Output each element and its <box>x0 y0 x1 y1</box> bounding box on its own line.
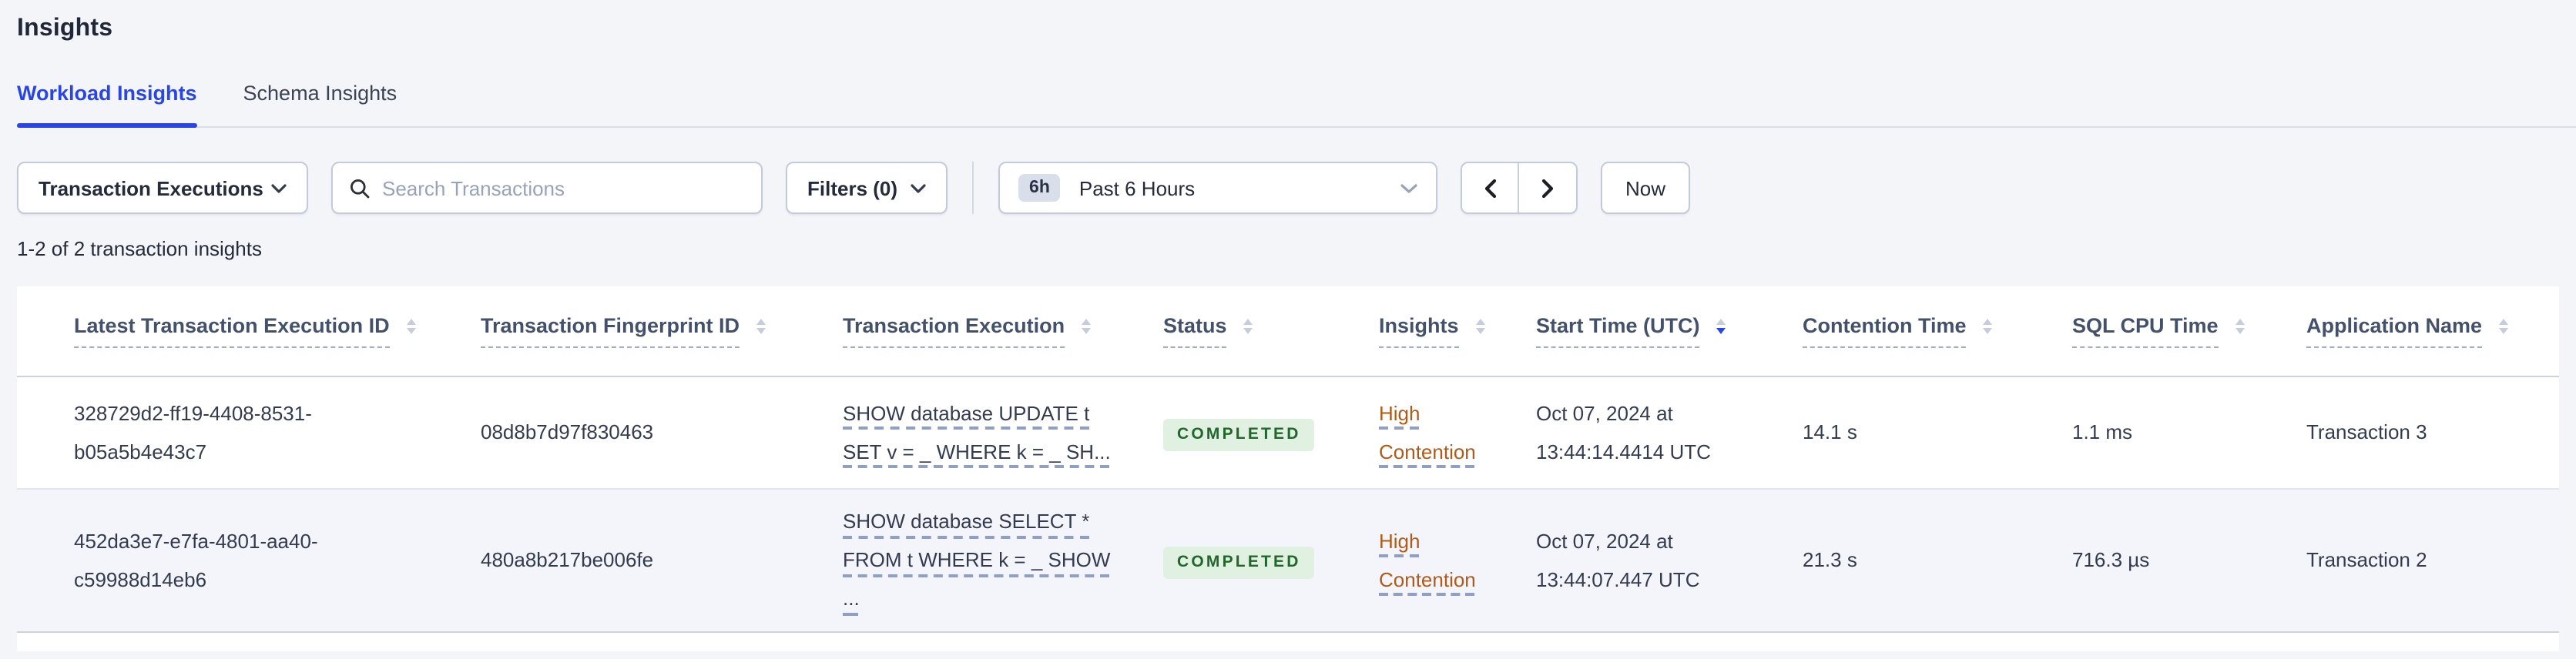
column-header-start-time[interactable]: Start Time (UTC) <box>1479 286 1746 376</box>
execution-id-cell: 328729d2-ff19-4408-8531-b05a5b4e43c7 <box>17 376 424 489</box>
start-time-cell: Oct 07, 2024 at 13:44:07.447 UTC <box>1479 488 1746 632</box>
table-header-row: Latest Transaction Execution ID Transact… <box>17 286 2559 376</box>
sql-statement-link[interactable]: SHOW database SELECT * <box>843 510 1089 533</box>
transaction-insights-table: Latest Transaction Execution ID Transact… <box>17 286 2559 632</box>
search-box[interactable] <box>331 162 763 214</box>
column-header-status[interactable]: Status <box>1106 286 1322 376</box>
sql-cpu-time-cell: 716.3 µs <box>2015 488 2249 632</box>
time-range-nav <box>1461 162 1578 214</box>
table-row: 328729d2-ff19-4408-8531-b05a5b4e43c7 08d… <box>17 376 2559 489</box>
sort-icon <box>1243 318 1253 335</box>
start-time-cell: Oct 07, 2024 at 13:44:14.4414 UTC <box>1479 376 1746 489</box>
high-contention-link[interactable]: High Contention <box>1379 401 1476 463</box>
tab-schema-insights[interactable]: Schema Insights <box>243 82 397 128</box>
tab-bar: Workload Insights Schema Insights <box>17 82 2576 128</box>
active-tab-indicator <box>17 123 197 128</box>
sort-icon <box>406 318 416 335</box>
sql-cpu-time-cell: 1.1 ms <box>2015 376 2249 489</box>
time-range-label: Past 6 Hours <box>1078 176 1196 199</box>
sort-icon <box>1082 318 1092 335</box>
transaction-type-dropdown[interactable]: Transaction Executions <box>17 162 308 214</box>
sql-statement-link[interactable]: FROM t WHERE k = _ SHOW <box>843 548 1110 571</box>
sort-icon <box>2499 318 2509 335</box>
fingerprint-id-cell: 480a8b217be006fe <box>424 488 786 632</box>
column-header-contention-time[interactable]: Contention Time <box>1746 286 2015 376</box>
previous-range-button[interactable] <box>1462 163 1520 212</box>
insights-cell: High Contention <box>1322 488 1479 632</box>
tab-workload-insights[interactable]: Workload Insights <box>17 82 197 128</box>
insights-page: Insights Workload Insights Schema Insigh… <box>0 0 2576 659</box>
execution-id-cell: 452da3e7-e7fa-4801-aa40-c59988d14eb6 <box>17 488 424 632</box>
application-name-cell: Transaction 3 <box>2249 376 2559 489</box>
filters-label: Filters (0) <box>807 176 898 199</box>
column-header-transaction-execution[interactable]: Transaction Execution <box>786 286 1106 376</box>
now-button-label: Now <box>1625 176 1666 199</box>
tab-label: Workload Insights <box>17 82 197 105</box>
insights-cell: High Contention <box>1322 376 1479 489</box>
status-cell: COMPLETED <box>1106 488 1322 632</box>
table-row: 452da3e7-e7fa-4801-aa40-c59988d14eb6 480… <box>17 488 2559 632</box>
column-header-latest-transaction-execution-id[interactable]: Latest Transaction Execution ID <box>17 286 424 376</box>
page-container: Insights Workload Insights Schema Insigh… <box>0 0 2576 659</box>
search-input[interactable] <box>382 176 744 199</box>
chevron-right-icon <box>1541 178 1555 198</box>
sort-icon <box>756 318 766 335</box>
chevron-down-icon <box>1400 182 1417 193</box>
contention-time-cell: 21.3 s <box>1746 488 2015 632</box>
sort-icon <box>1983 318 1993 335</box>
now-button[interactable]: Now <box>1601 162 1691 214</box>
transaction-execution-cell: SHOW database SELECT * FROM t WHERE k = … <box>786 488 1110 632</box>
filters-dropdown[interactable]: Filters (0) <box>786 162 948 214</box>
transaction-execution-cell: SHOW database UPDATE t SET v = _ WHERE k… <box>786 376 1111 489</box>
next-range-button[interactable] <box>1519 163 1577 212</box>
tab-bar-divider <box>17 125 2576 128</box>
column-header-sql-cpu-time[interactable]: SQL CPU Time <box>2015 286 2249 376</box>
page-title: Insights <box>17 15 113 42</box>
contention-time-cell: 14.1 s <box>1746 376 2015 489</box>
insights-table-card: Latest Transaction Execution ID Transact… <box>17 286 2559 651</box>
toolbar-divider <box>971 162 974 214</box>
sort-icon <box>2235 318 2245 335</box>
status-cell: COMPLETED <box>1106 376 1322 489</box>
tab-label: Schema Insights <box>243 82 397 105</box>
status-badge: COMPLETED <box>1163 547 1315 579</box>
column-header-application-name[interactable]: Application Name <box>2249 286 2559 376</box>
application-name-cell: Transaction 2 <box>2249 488 2559 632</box>
time-range-badge: 6h <box>1018 174 1061 202</box>
results-summary: 1-2 of 2 transaction insights <box>17 237 262 260</box>
sort-icon <box>1475 318 1485 335</box>
time-range-picker[interactable]: 6h Past 6 Hours <box>998 162 1438 214</box>
sort-desc-icon <box>1716 318 1726 335</box>
chevron-down-icon <box>910 182 925 193</box>
sql-statement-link[interactable]: ... <box>843 587 860 610</box>
toolbar: Transaction Executions Filters (0) <box>17 162 2576 214</box>
transaction-type-label: Transaction Executions <box>39 176 263 199</box>
chevron-down-icon <box>271 182 287 193</box>
search-icon <box>350 178 370 198</box>
fingerprint-id-cell: 08d8b7d97f830463 <box>424 376 786 489</box>
sql-statement-link[interactable]: SET v = _ WHERE k = _ SH... <box>843 440 1111 463</box>
high-contention-link[interactable]: High Contention <box>1379 529 1476 590</box>
chevron-left-icon <box>1483 178 1497 198</box>
column-header-insights[interactable]: Insights <box>1322 286 1485 376</box>
status-badge: COMPLETED <box>1163 419 1315 451</box>
sql-statement-link[interactable]: SHOW database UPDATE t <box>843 401 1089 424</box>
column-header-transaction-fingerprint-id[interactable]: Transaction Fingerprint ID <box>424 286 786 376</box>
